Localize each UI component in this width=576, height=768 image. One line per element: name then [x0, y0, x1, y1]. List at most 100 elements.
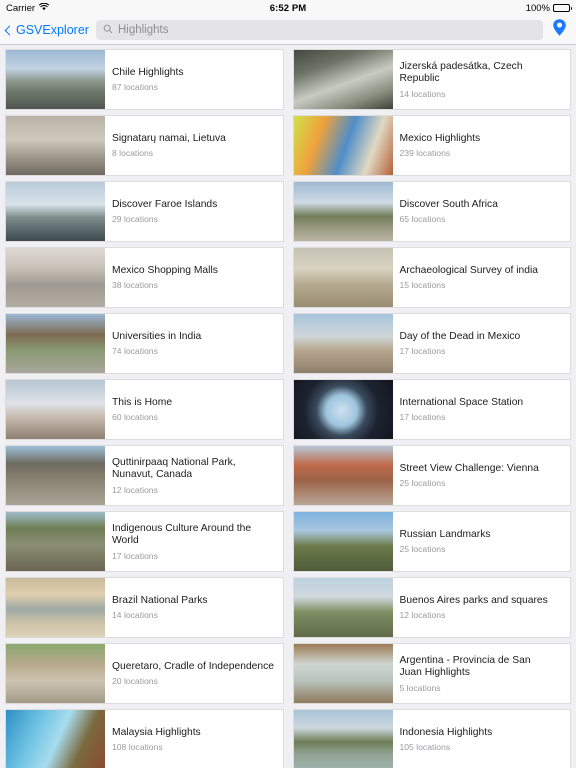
- collection-title: Queretaro, Cradle of Independence: [112, 660, 275, 672]
- collection-title: Universities in India: [112, 330, 202, 342]
- collection-text: Discover Faroe Islands 29 locations: [105, 182, 283, 241]
- collection-text: Quttinirpaaq National Park, Nunavut, Can…: [105, 446, 283, 505]
- collection-location-count: 108 locations: [112, 742, 163, 753]
- collection-location-count: 15 locations: [399, 280, 446, 291]
- collection-title: International Space Station: [399, 396, 524, 408]
- collection-text: Buenos Aires parks and squares 12 locatio…: [393, 578, 571, 637]
- collection-title: Discover Faroe Islands: [112, 198, 218, 210]
- collection-location-count: 87 locations: [112, 82, 158, 93]
- collections-grid: Chile Highlights 87 locations Jizerská pad…: [0, 45, 576, 768]
- collection-thumbnail: [293, 578, 393, 637]
- collection-title: Jizerská padesátka, Czech Republic: [399, 60, 523, 85]
- collection-card[interactable]: Universities in India 74 locations: [5, 313, 284, 374]
- collection-card[interactable]: Malaysia Highlights 108 locations: [5, 709, 284, 768]
- status-bar: Carrier 6:52 PM 100%: [0, 0, 576, 16]
- collection-text: Indonesia Highlights 105 locations: [393, 710, 571, 768]
- collection-location-count: 25 locations: [399, 544, 446, 555]
- collection-text: Queretaro, Cradle of Independence 20 loca…: [105, 644, 283, 703]
- collection-title: Malaysia Highlights: [112, 726, 201, 738]
- collection-thumbnail: [293, 710, 393, 768]
- collection-thumbnail: [293, 644, 393, 703]
- collection-card[interactable]: Russian Landmarks 25 locations: [292, 511, 571, 572]
- collection-thumbnail: [6, 578, 105, 637]
- collection-thumbnail: [6, 446, 105, 505]
- battery-icon: [553, 4, 572, 12]
- collection-card[interactable]: Chile Highlights 87 locations: [5, 49, 284, 110]
- collection-location-count: 105 locations: [399, 742, 451, 753]
- collection-card[interactable]: Buenos Aires parks and squares 12 locatio…: [292, 577, 571, 638]
- map-pin-button[interactable]: [548, 18, 570, 42]
- collection-card[interactable]: International Space Station 17 locations: [292, 379, 571, 440]
- collection-title: Archaeological Survey of india: [399, 264, 539, 276]
- collection-title: Day of the Dead in Mexico: [399, 330, 521, 342]
- collection-location-count: 14 locations: [112, 610, 158, 621]
- collection-thumbnail: [6, 50, 105, 109]
- collection-card[interactable]: Archaeological Survey of india 15 locatio…: [292, 247, 571, 308]
- collection-text: Russian Landmarks 25 locations: [393, 512, 571, 571]
- collection-location-count: 74 locations: [112, 346, 158, 357]
- collection-thumbnail: [293, 380, 393, 439]
- collection-card[interactable]: Mexico Shopping Malls 38 locations: [5, 247, 284, 308]
- collection-card[interactable]: This is Home 60 locations: [5, 379, 284, 440]
- collection-card[interactable]: Discover Faroe Islands 29 locations: [5, 181, 284, 242]
- collection-location-count: 17 locations: [399, 412, 446, 423]
- collection-text: Indigenous Culture Around the World 17 lo…: [105, 512, 283, 571]
- collection-title: Quttinirpaaq National Park, Nunavut, Can…: [112, 456, 236, 481]
- collection-text: Mexico Shopping Malls 38 locations: [105, 248, 283, 307]
- collection-card[interactable]: Jizerská padesátka, Czech Republic 14 loc…: [292, 49, 571, 110]
- collection-text: Brazil National Parks 14 locations: [105, 578, 283, 637]
- collection-thumbnail: [293, 446, 393, 505]
- collection-title: Chile Highlights: [112, 66, 184, 78]
- collection-card[interactable]: Queretaro, Cradle of Independence 20 loca…: [5, 643, 284, 704]
- search-field[interactable]: Highlights: [95, 20, 543, 40]
- collection-location-count: 20 locations: [112, 676, 158, 687]
- collection-text: Jizerská padesátka, Czech Republic 14 loc…: [393, 50, 571, 109]
- collection-thumbnail: [6, 380, 105, 439]
- search-icon: [103, 21, 113, 39]
- collection-location-count: 29 locations: [112, 214, 158, 225]
- collection-location-count: 8 locations: [112, 148, 154, 159]
- collection-text: Archaeological Survey of india 15 locatio…: [393, 248, 571, 307]
- chevron-left-icon: [4, 25, 15, 35]
- collection-card[interactable]: Indigenous Culture Around the World 17 lo…: [5, 511, 284, 572]
- search-input[interactable]: Highlights: [118, 24, 169, 36]
- collection-title: Street View Challenge: Vienna: [399, 462, 539, 474]
- collection-card[interactable]: Argentina - Provincia de San Juan Highli…: [292, 643, 571, 704]
- collection-card[interactable]: Mexico Highlights 239 locations: [292, 115, 571, 176]
- collection-card[interactable]: Street View Challenge: Vienna 25 location…: [292, 445, 571, 506]
- collection-title: Indigenous Culture Around the World: [112, 522, 252, 547]
- collection-title: Russian Landmarks: [399, 528, 491, 540]
- collection-title: Discover South Africa: [399, 198, 498, 210]
- collection-thumbnail: [293, 512, 393, 571]
- collection-text: This is Home 60 locations: [105, 380, 283, 439]
- collection-thumbnail: [293, 248, 393, 307]
- collection-card[interactable]: Discover South Africa 65 locations: [292, 181, 571, 242]
- collection-title: Mexico Highlights: [399, 132, 481, 144]
- back-button[interactable]: GSVExplorer: [4, 23, 93, 37]
- collection-location-count: 65 locations: [399, 214, 446, 225]
- collection-location-count: 17 locations: [399, 346, 446, 357]
- collection-thumbnail: [293, 314, 393, 373]
- collection-card[interactable]: Day of the Dead in Mexico 17 locations: [292, 313, 571, 374]
- collection-card[interactable]: Indonesia Highlights 105 locations: [292, 709, 571, 768]
- collection-title: Argentina - Provincia de San Juan Highli…: [399, 654, 531, 679]
- collection-thumbnail: [293, 116, 393, 175]
- collection-card[interactable]: Brazil National Parks 14 locations: [5, 577, 284, 638]
- collection-location-count: 25 locations: [399, 478, 446, 489]
- map-pin-icon: [552, 18, 567, 42]
- collection-location-count: 12 locations: [399, 610, 446, 621]
- collection-title: Buenos Aires parks and squares: [399, 594, 548, 606]
- collection-thumbnail: [293, 182, 393, 241]
- collection-title: Brazil National Parks: [112, 594, 208, 606]
- collection-title: Mexico Shopping Malls: [112, 264, 218, 276]
- collection-thumbnail: [6, 644, 105, 703]
- collection-card[interactable]: Quttinirpaaq National Park, Nunavut, Can…: [5, 445, 284, 506]
- status-bar-clock: 6:52 PM: [269, 2, 307, 14]
- collection-thumbnail: [6, 512, 105, 571]
- collection-title: Signatarų namai, Lietuva: [112, 132, 226, 144]
- collection-location-count: 239 locations: [399, 148, 451, 159]
- collection-card[interactable]: Signatarų namai, Lietuva 8 locations: [5, 115, 284, 176]
- collection-text: Signatarų namai, Lietuva 8 locations: [105, 116, 283, 175]
- navigation-bar: GSVExplorer Highlights: [0, 16, 576, 45]
- collection-thumbnail: [6, 314, 105, 373]
